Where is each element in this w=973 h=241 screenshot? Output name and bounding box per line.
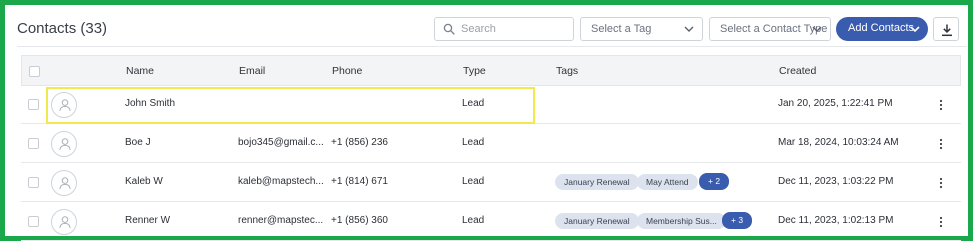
row-checkbox[interactable] — [28, 216, 39, 227]
app-frame: Contacts (33) Search Select a Tag Select… — [0, 0, 973, 241]
contact-name[interactable]: John Smith — [125, 98, 175, 109]
contact-type-select[interactable]: Select a Contact Type — [709, 17, 831, 41]
more-options-icon[interactable] — [938, 137, 944, 151]
row-checkbox[interactable] — [28, 99, 39, 110]
page-title: Contacts (33) — [17, 20, 108, 37]
contact-type: Lead — [462, 215, 485, 226]
column-header-name[interactable]: Name — [126, 65, 154, 77]
created-date: Dec 11, 2023, 1:02:13 PM — [778, 215, 894, 226]
user-icon — [59, 138, 71, 151]
chevron-down-icon — [812, 26, 822, 32]
avatar — [51, 131, 77, 157]
created-date: Jan 20, 2025, 1:22:41 PM — [778, 98, 893, 109]
avatar — [51, 170, 77, 196]
search-icon — [443, 23, 455, 35]
column-header-type[interactable]: Type — [463, 65, 486, 77]
more-tags-button[interactable]: + 3 — [722, 212, 753, 229]
table-row[interactable]: Kaleb W kaleb@mapstech... +1 (814) 671 L… — [21, 164, 961, 202]
created-date: Mar 18, 2024, 10:03:24 AM — [778, 137, 899, 148]
tag-select[interactable]: Select a Tag — [580, 17, 703, 41]
contact-type: Lead — [462, 98, 485, 109]
created-date: Dec 11, 2023, 1:03:22 PM — [778, 176, 894, 187]
user-icon — [59, 99, 71, 112]
user-icon — [59, 177, 71, 190]
contacts-header: Contacts (33) Search Select a Tag Select… — [17, 15, 967, 45]
more-options-icon[interactable] — [938, 176, 944, 190]
more-tags-button[interactable]: + 2 — [699, 173, 730, 190]
add-contacts-button[interactable]: Add Contacts — [836, 17, 928, 41]
search-input[interactable]: Search — [434, 17, 574, 41]
tag-select-label: Select a Tag — [591, 23, 652, 35]
contact-phone: +1 (856) 360 — [331, 215, 388, 226]
tag-pill[interactable]: May Attend — [637, 174, 698, 190]
contact-type: Lead — [462, 176, 485, 187]
tag-pill[interactable]: January Renewal — [555, 174, 639, 190]
column-header-email[interactable]: Email — [239, 65, 265, 77]
row-checkbox[interactable] — [28, 138, 39, 149]
contact-email: kaleb@mapstech... — [238, 176, 324, 187]
chevron-down-icon — [910, 26, 920, 33]
more-options-icon[interactable] — [938, 98, 944, 112]
search-placeholder: Search — [461, 23, 496, 35]
table-row[interactable]: John Smith Lead Jan 20, 2025, 1:22:41 PM — [21, 86, 961, 124]
avatar — [51, 209, 77, 235]
header-divider — [17, 46, 967, 47]
table-row[interactable]: Renner W renner@mapstec... +1 (856) 360 … — [21, 203, 961, 241]
column-header-phone[interactable]: Phone — [332, 65, 362, 77]
select-all-checkbox[interactable] — [29, 66, 40, 77]
download-button[interactable] — [933, 17, 959, 41]
contact-email: renner@mapstec... — [238, 215, 324, 226]
contact-phone: +1 (856) 236 — [331, 137, 388, 148]
user-icon — [59, 216, 71, 229]
contact-name[interactable]: Kaleb W — [125, 176, 163, 187]
add-contacts-label: Add Contacts — [848, 22, 915, 34]
download-icon — [942, 24, 952, 37]
chevron-down-icon — [684, 26, 694, 32]
contact-email: bojo345@gmail.c... — [238, 137, 324, 148]
column-header-created[interactable]: Created — [779, 65, 816, 77]
contact-name[interactable]: Boe J — [125, 137, 151, 148]
row-checkbox[interactable] — [28, 177, 39, 188]
table-header: Name Email Phone Type Tags Created — [21, 55, 961, 86]
contact-type: Lead — [462, 137, 485, 148]
more-options-icon[interactable] — [938, 215, 944, 229]
table-row[interactable]: Boe J bojo345@gmail.c... +1 (856) 236 Le… — [21, 125, 961, 163]
contact-name[interactable]: Renner W — [125, 215, 170, 226]
contact-phone: +1 (814) 671 — [331, 176, 388, 187]
column-header-tags[interactable]: Tags — [556, 65, 578, 77]
avatar — [51, 92, 77, 118]
tag-pill[interactable]: Membership Sus... — [637, 213, 726, 229]
tag-pill[interactable]: January Renewal — [555, 213, 639, 229]
